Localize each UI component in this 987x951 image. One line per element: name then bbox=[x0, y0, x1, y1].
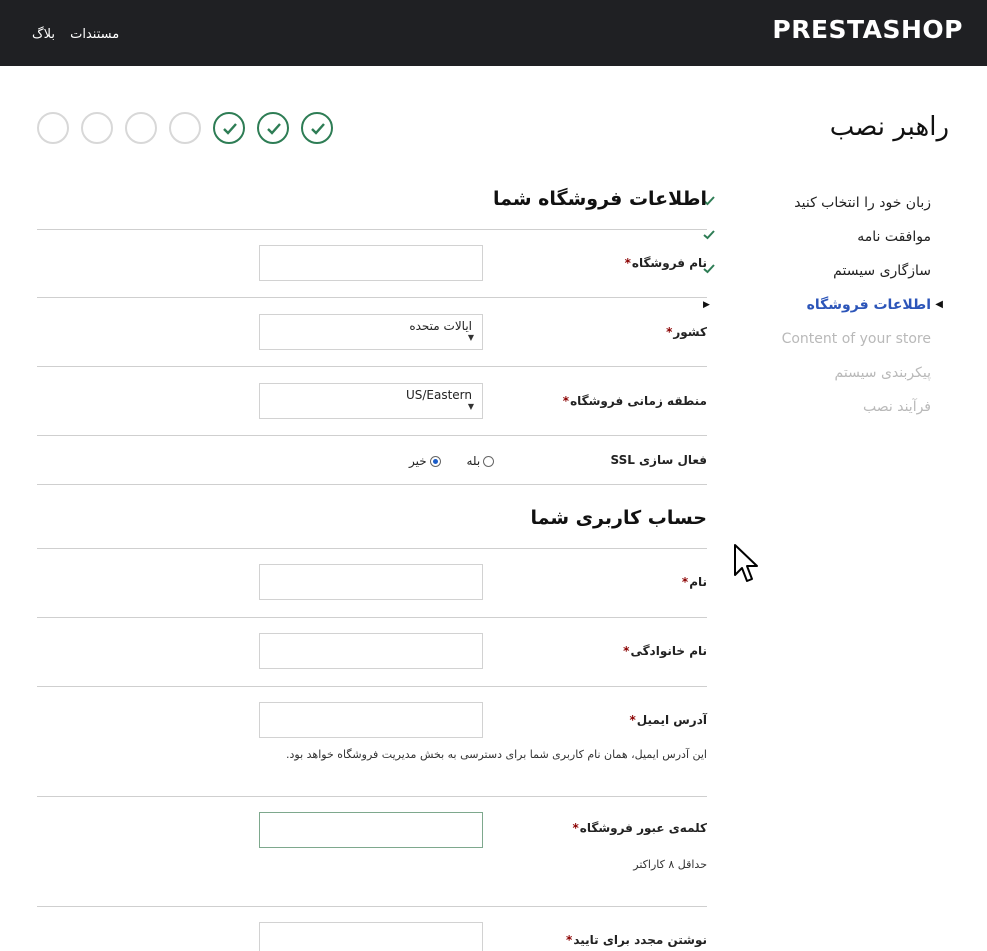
required-mark: * bbox=[629, 713, 636, 727]
sidebar-item-installation: فرآیند نصب bbox=[862, 399, 931, 415]
sidebar-item-content: Content of your store bbox=[781, 331, 931, 347]
last-name-input[interactable] bbox=[259, 633, 483, 669]
progress-step-2 bbox=[257, 112, 289, 144]
required-mark: * bbox=[666, 325, 673, 339]
divider bbox=[37, 686, 707, 687]
divider bbox=[37, 229, 707, 230]
timezone-select-value: US/Eastern bbox=[405, 388, 472, 402]
sidebar-item-system-config: پیکربندی سیستم bbox=[834, 365, 931, 381]
sidebar-item-store-info[interactable]: ◀ اطلاعات فروشگاه ▶ bbox=[703, 294, 943, 328]
sidebar-item-compatibility[interactable]: سازگاری سیستم bbox=[703, 260, 931, 294]
last-name-label: نام خانوادگی* bbox=[623, 644, 707, 658]
check-icon bbox=[703, 230, 715, 240]
ssl-label: فعال سازی SSL bbox=[610, 453, 707, 467]
country-select-value: ایالات متحده bbox=[409, 319, 472, 333]
confirm-password-label: نوشتن مجدد برای تایید* bbox=[566, 933, 707, 947]
progress-step-5 bbox=[125, 112, 157, 144]
account-section-title: حساب کاربری شما bbox=[530, 507, 707, 529]
timezone-label: منطقه زمانی فروشگاه* bbox=[562, 394, 707, 408]
required-mark: * bbox=[623, 644, 630, 658]
page-title: راهبر نصب bbox=[829, 112, 949, 142]
first-name-label: نام* bbox=[681, 575, 707, 589]
store-section-title: اطلاعات فروشگاه شما bbox=[493, 188, 707, 210]
confirm-password-input[interactable] bbox=[259, 922, 483, 951]
divider bbox=[37, 297, 707, 298]
first-name-input[interactable] bbox=[259, 564, 483, 600]
mouse-pointer-icon bbox=[734, 544, 758, 582]
check-icon bbox=[267, 123, 281, 135]
country-label: کشور* bbox=[666, 325, 707, 339]
required-mark: * bbox=[562, 394, 570, 408]
store-name-label: نام فروشگاه* bbox=[624, 256, 707, 270]
divider bbox=[37, 906, 707, 907]
divider bbox=[37, 617, 707, 618]
docs-link[interactable]: مستندات bbox=[70, 27, 119, 42]
divider bbox=[37, 366, 707, 367]
email-input[interactable] bbox=[259, 702, 483, 738]
country-select[interactable]: ایالات متحده ▼ bbox=[259, 314, 483, 350]
required-mark: * bbox=[681, 575, 689, 589]
email-help-text: این آدرس ایمیل، همان نام کاربری شما برای… bbox=[286, 748, 707, 761]
divider bbox=[37, 548, 707, 549]
ssl-no-radio[interactable] bbox=[429, 456, 441, 467]
progress-step-7 bbox=[37, 112, 69, 144]
top-links: مستندات بلاگ bbox=[22, 23, 119, 42]
email-label: آدرس ایمیل* bbox=[629, 713, 707, 727]
timezone-select[interactable]: US/Eastern ▼ bbox=[259, 383, 483, 419]
required-mark: * bbox=[572, 821, 579, 835]
password-help-text: حداقل ۸ کاراکتر bbox=[633, 858, 707, 871]
sidebar-item-language[interactable]: زبان خود را انتخاب کنید bbox=[703, 192, 931, 226]
divider bbox=[37, 435, 707, 436]
sidebar-item-license[interactable]: موافقت نامه bbox=[703, 226, 931, 260]
check-icon bbox=[311, 123, 325, 135]
top-bar: PRESTASHOP مستندات بلاگ bbox=[0, 0, 987, 66]
prestashop-logo[interactable]: PRESTASHOP bbox=[772, 15, 963, 44]
chevron-down-icon: ▼ bbox=[467, 333, 474, 342]
ssl-no-option[interactable]: خیر bbox=[409, 454, 441, 468]
ssl-radio-group: بله خیر bbox=[387, 454, 495, 468]
progress-step-3 bbox=[213, 112, 245, 144]
blog-link[interactable]: بلاگ bbox=[32, 27, 55, 42]
divider bbox=[37, 796, 707, 797]
progress-step-1 bbox=[301, 112, 333, 144]
progress-step-6 bbox=[81, 112, 113, 144]
check-icon bbox=[223, 123, 237, 135]
password-label: کلمه‌ی عبور فروشگاه* bbox=[572, 821, 707, 835]
install-steps-sidebar: زبان خود را انتخاب کنید موافقت نامه سازگ… bbox=[703, 192, 943, 430]
caret-left-icon: ◀ bbox=[935, 299, 943, 310]
required-mark: * bbox=[624, 256, 631, 270]
ssl-yes-radio[interactable] bbox=[483, 456, 495, 467]
divider bbox=[37, 484, 707, 485]
password-input[interactable] bbox=[259, 812, 483, 848]
required-mark: * bbox=[566, 933, 573, 947]
progress-step-4 bbox=[169, 112, 201, 144]
store-name-input[interactable] bbox=[259, 245, 483, 281]
ssl-yes-option[interactable]: بله bbox=[467, 454, 495, 468]
chevron-down-icon: ▼ bbox=[467, 402, 474, 411]
